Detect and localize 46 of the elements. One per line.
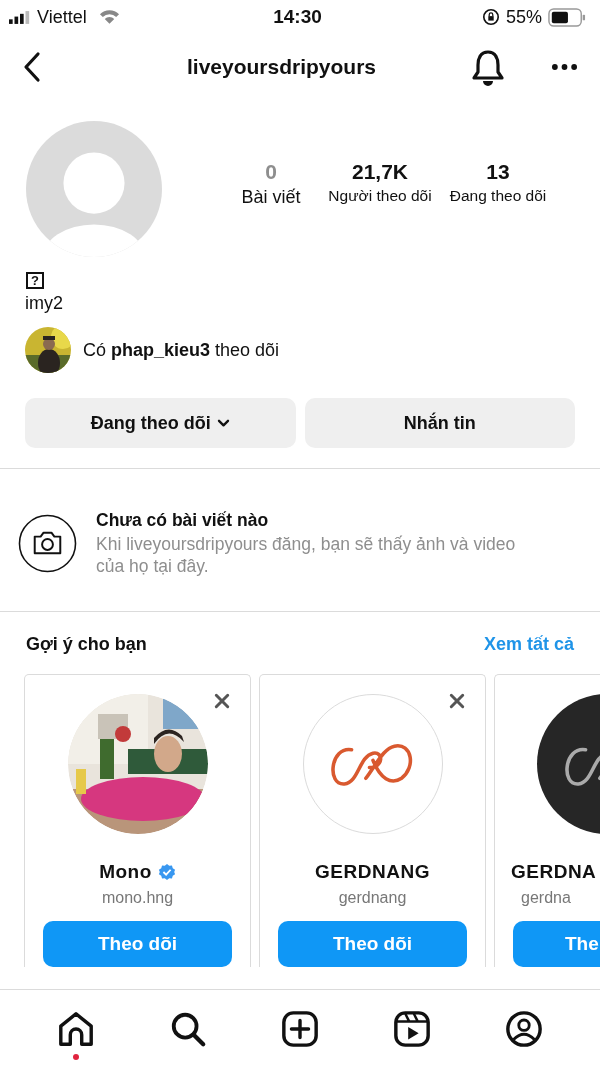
profile-icon[interactable] xyxy=(505,1010,543,1048)
stat-count: 21,7K xyxy=(351,160,408,184)
profile-action-button[interactable]: Nhắn tin xyxy=(304,398,575,448)
profile-name: imy2 xyxy=(25,293,63,314)
suggestion-handle: gerdna xyxy=(521,889,571,907)
verified-badge-icon xyxy=(157,863,176,881)
section-title: Gợi ý cho bạn xyxy=(26,634,147,655)
follow-button[interactable]: Theo dõi xyxy=(278,921,467,967)
carrier-name: Viettel xyxy=(37,6,87,28)
see-all-link[interactable]: Xem tất cả xyxy=(483,634,574,655)
close-icon[interactable] xyxy=(214,693,230,709)
suggestion-handle: mono.hng xyxy=(101,889,174,907)
followed-by-text: Có phap_kieu3 theo dõi xyxy=(83,339,280,361)
home-icon[interactable] xyxy=(57,1010,95,1048)
follow-button[interactable]: The xyxy=(513,921,600,967)
missing-glyph-symbol: ? xyxy=(26,272,44,289)
status-time: 14:30 xyxy=(273,6,322,28)
suggestion-name: GERDNA xyxy=(511,861,597,883)
signal-icon xyxy=(9,10,31,24)
stat-label: Đang theo dõi xyxy=(449,187,547,205)
empty-state-text: Khi liveyoursdripyours đăng, bạn sẽ thấy ảnh và video của họ tại đây. xyxy=(96,532,517,577)
stat-count: 0 xyxy=(265,160,277,184)
wifi-icon xyxy=(98,9,120,25)
battery-icon xyxy=(548,7,586,27)
suggestion-handle: gerdnang xyxy=(338,889,407,907)
suggestion-name: Mono xyxy=(99,861,152,883)
camera-icon xyxy=(18,513,77,573)
profile-username: liveyoursdripyours xyxy=(185,55,378,79)
reels-icon[interactable] xyxy=(393,1010,431,1048)
close-icon[interactable] xyxy=(449,693,465,709)
bell-icon[interactable] xyxy=(471,48,505,86)
back-icon[interactable] xyxy=(22,51,42,83)
search-icon[interactable] xyxy=(169,1010,207,1048)
stat-label: Người theo dõi xyxy=(328,187,432,205)
follow-button[interactable]: Theo dõi xyxy=(43,921,232,967)
stat-count: 13 xyxy=(486,160,510,184)
battery-percent: 55% xyxy=(505,6,542,28)
more-icon[interactable] xyxy=(551,63,578,71)
stat-label: Bài viết xyxy=(241,187,301,208)
suggestion-name: GERDNANG xyxy=(315,861,430,883)
empty-state-title: Chưa có bài viết nào xyxy=(96,509,270,531)
profile-action-button[interactable]: Đang theo dõi xyxy=(25,398,296,448)
chevron-down-icon xyxy=(216,418,230,428)
avatar-placeholder-icon xyxy=(25,120,163,258)
rotation-lock-icon xyxy=(481,8,500,26)
add-icon[interactable] xyxy=(281,1010,319,1048)
